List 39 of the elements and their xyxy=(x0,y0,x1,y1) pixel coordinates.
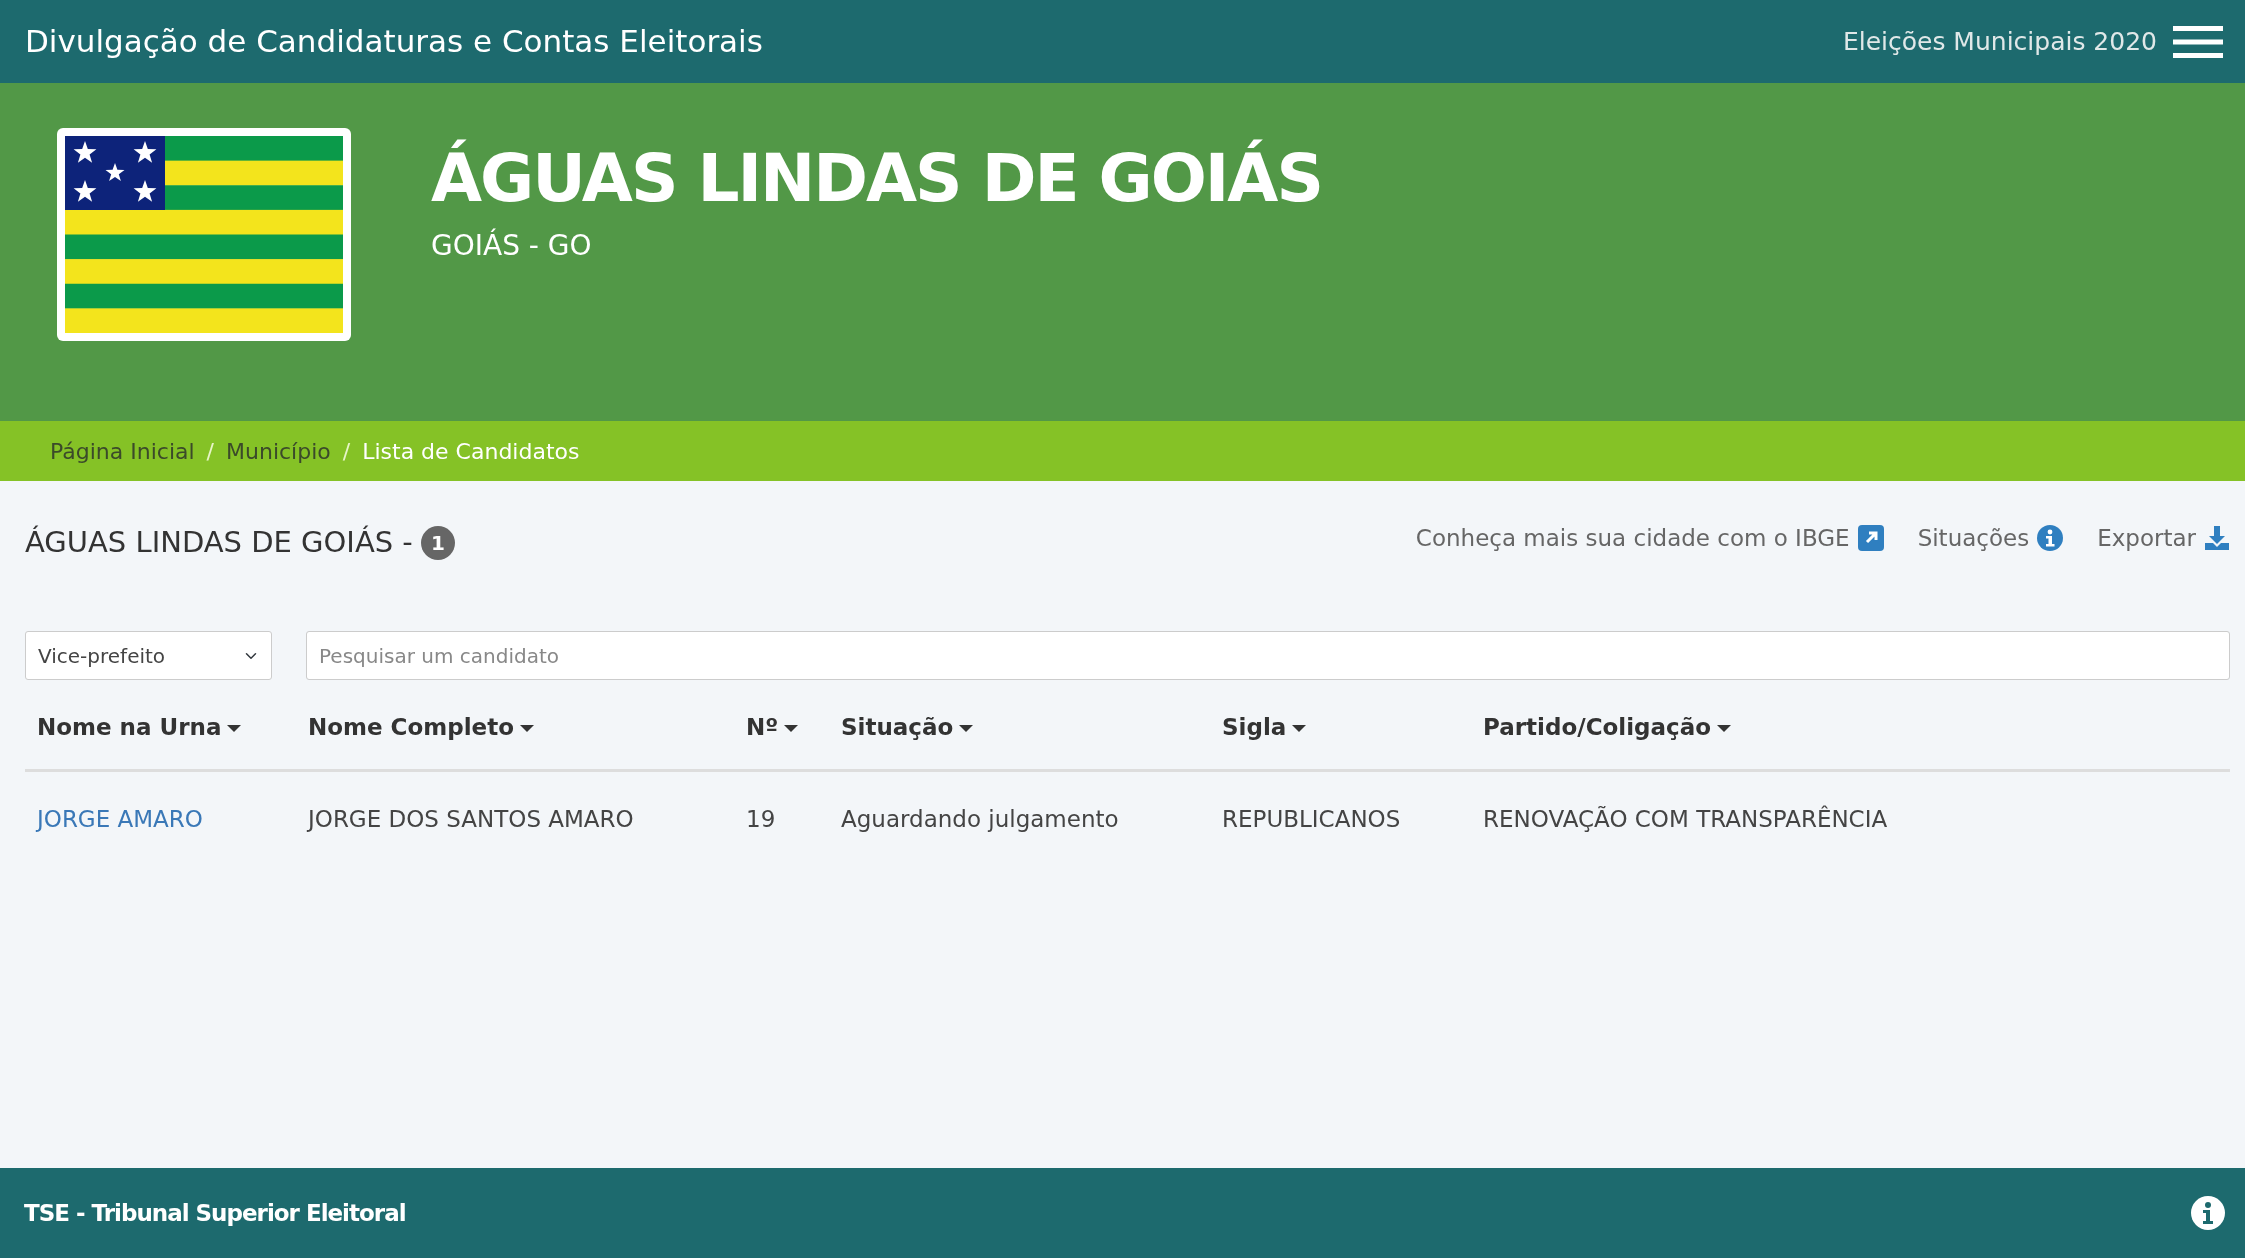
search-field[interactable]: Pesquisar um candidato xyxy=(306,631,2230,680)
city-title: ÁGUAS LINDAS DE GOIÁS xyxy=(431,138,1322,219)
column-header[interactable]: Nome na Urna xyxy=(25,688,296,770)
site-title: Divulgação de Candidaturas e Contas Eleitorais xyxy=(25,22,763,62)
table-cell: JORGE DOS SANTOS AMARO xyxy=(296,770,734,866)
breadcrumb-link[interactable]: Página Inicial xyxy=(50,434,195,468)
sort-caret-icon xyxy=(1717,725,1732,732)
municipality-heading: ÁGUAS LINDAS DE GOIÁS - xyxy=(25,524,413,561)
header-link[interactable]: Situações xyxy=(1917,521,2064,556)
column-header[interactable]: Partido/Coligação xyxy=(1471,688,2230,770)
download-icon xyxy=(2204,525,2230,552)
breadcrumb-separator: / xyxy=(342,437,351,466)
external-link-icon xyxy=(1857,525,1884,552)
state-label: GOIÁS - GO xyxy=(431,227,593,264)
sort-caret-icon xyxy=(520,725,534,732)
table-cell: 19 xyxy=(734,770,829,866)
column-header[interactable]: Situação xyxy=(829,688,1210,770)
breadcrumb-link[interactable]: Município xyxy=(226,434,331,468)
sort-caret-icon xyxy=(227,725,242,732)
column-header[interactable]: Nº xyxy=(734,688,829,770)
breadcrumb-separator: / xyxy=(206,437,215,466)
menu-icon[interactable] xyxy=(2173,24,2223,59)
header-link[interactable]: Exportar xyxy=(2097,521,2230,556)
header-link[interactable]: Conheça mais sua cidade com o IBGE xyxy=(1415,521,1884,556)
info-icon xyxy=(2037,525,2064,552)
election-label: Eleições Municipais 2020 xyxy=(1842,25,2157,58)
column-header[interactable]: Sigla xyxy=(1210,688,1471,770)
sort-caret-icon xyxy=(784,725,799,732)
count-badge: 1 xyxy=(420,525,455,560)
table-cell: RENOVAÇÃO COM TRANSPARÊNCIA xyxy=(1471,770,2230,866)
sort-caret-icon xyxy=(1292,725,1307,732)
candidate-link[interactable]: JORGE AMARO xyxy=(37,805,203,832)
column-header[interactable]: Nome Completo xyxy=(296,688,734,770)
info-icon[interactable] xyxy=(2191,1196,2225,1230)
table-cell: REPUBLICANOS xyxy=(1210,770,1471,866)
table-cell: Aguardando julgamento xyxy=(829,770,1210,866)
sort-caret-icon xyxy=(959,725,974,732)
role-select[interactable]: Vice-prefeito xyxy=(25,631,272,680)
footer-text: TSE - Tribunal Superior Eleitoral xyxy=(24,1198,406,1228)
